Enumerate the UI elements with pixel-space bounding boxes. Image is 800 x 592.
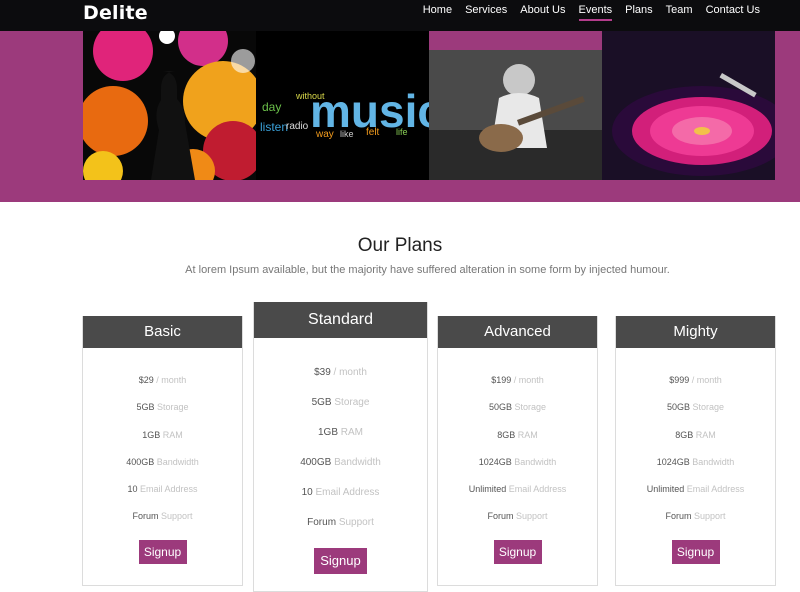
plan-ram: 8GB RAM	[675, 429, 716, 440]
signup-button-advanced[interactable]: Signup	[493, 539, 542, 564]
plan-name: Standard	[254, 302, 427, 338]
plan-email: Unlimited Email Address	[646, 484, 745, 495]
plan-ram: 1GB RAM	[142, 429, 183, 440]
plan-storage: 5GB Storage	[136, 402, 189, 413]
plan-support: Forum Support	[665, 511, 726, 522]
svg-text:listen: listen	[260, 120, 288, 134]
banner-gallery: day listen radio without music way like …	[83, 31, 775, 180]
signup-button-mighty[interactable]: Signup	[671, 539, 720, 564]
concert-silhouette-image	[83, 31, 256, 180]
svg-text:life: life	[396, 127, 408, 137]
site-logo[interactable]: Delite	[83, 2, 148, 24]
svg-text:day: day	[262, 100, 281, 114]
music-word-cloud-image: day listen radio without music way like …	[256, 31, 429, 180]
top-navbar: Delite Home Services About Us Events Pla…	[0, 0, 800, 31]
nav-contact-us[interactable]: Contact Us	[706, 4, 760, 21]
svg-text:like: like	[340, 129, 354, 139]
plan-name: Advanced	[438, 316, 597, 348]
nav-home[interactable]: Home	[423, 4, 452, 21]
plan-price: $39 / month	[314, 367, 367, 378]
plan-storage: 50GB Storage	[666, 402, 725, 413]
plan-price: $999 / month	[669, 375, 722, 385]
plan-card-advanced: Advanced $199 / month 50GB Storage 8GB R…	[437, 316, 598, 586]
plan-bandwidth: 400GB Bandwidth	[300, 457, 381, 468]
plan-support: Forum Support	[132, 511, 193, 522]
nav-about-us[interactable]: About Us	[520, 4, 565, 21]
svg-text:felt: felt	[366, 127, 380, 138]
svg-text:radio: radio	[286, 121, 309, 132]
plan-storage: 5GB Storage	[311, 397, 370, 408]
plan-support: Forum Support	[307, 517, 374, 528]
plan-card-standard: Standard $39 / month 5GB Storage 1GB RAM…	[253, 302, 428, 592]
plan-card-basic: Basic $29 / month 5GB Storage 1GB RAM 40…	[82, 316, 243, 586]
signup-button-basic[interactable]: Signup	[138, 539, 187, 564]
svg-text:way: way	[315, 129, 334, 140]
plan-card-mighty: Mighty $999 / month 50GB Storage 8GB RAM…	[615, 316, 776, 586]
plan-ram: 8GB RAM	[497, 429, 538, 440]
plan-bandwidth: 1024GB Bandwidth	[656, 456, 735, 467]
turntable-image	[602, 31, 775, 180]
plan-bandwidth: 1024GB Bandwidth	[478, 456, 557, 467]
plan-support: Forum Support	[487, 511, 548, 522]
plan-name: Mighty	[616, 316, 775, 348]
plan-storage: 50GB Storage	[488, 402, 547, 413]
nav-events[interactable]: Events	[578, 4, 613, 21]
plan-price: $29 / month	[138, 375, 187, 385]
nav-team[interactable]: Team	[666, 4, 693, 21]
main-nav: Home Services About Us Events Plans Team…	[423, 4, 760, 21]
nav-plans[interactable]: Plans	[625, 4, 653, 21]
plan-ram: 1GB RAM	[317, 427, 364, 438]
plans-subtitle: At lorem Ipsum available, but the majori…	[185, 264, 670, 276]
nav-services[interactable]: Services	[465, 4, 507, 21]
plan-price: $199 / month	[491, 375, 544, 385]
signup-button-standard[interactable]: Signup	[314, 548, 367, 574]
plan-bandwidth: 400GB Bandwidth	[126, 456, 199, 467]
guitar-player-image	[429, 50, 602, 180]
plans-title: Our Plans	[357, 235, 443, 256]
plan-email: Unlimited Email Address	[468, 484, 567, 495]
plan-email: 10 Email Address	[301, 487, 380, 498]
plan-name: Basic	[83, 316, 242, 348]
plan-email: 10 Email Address	[127, 484, 198, 495]
